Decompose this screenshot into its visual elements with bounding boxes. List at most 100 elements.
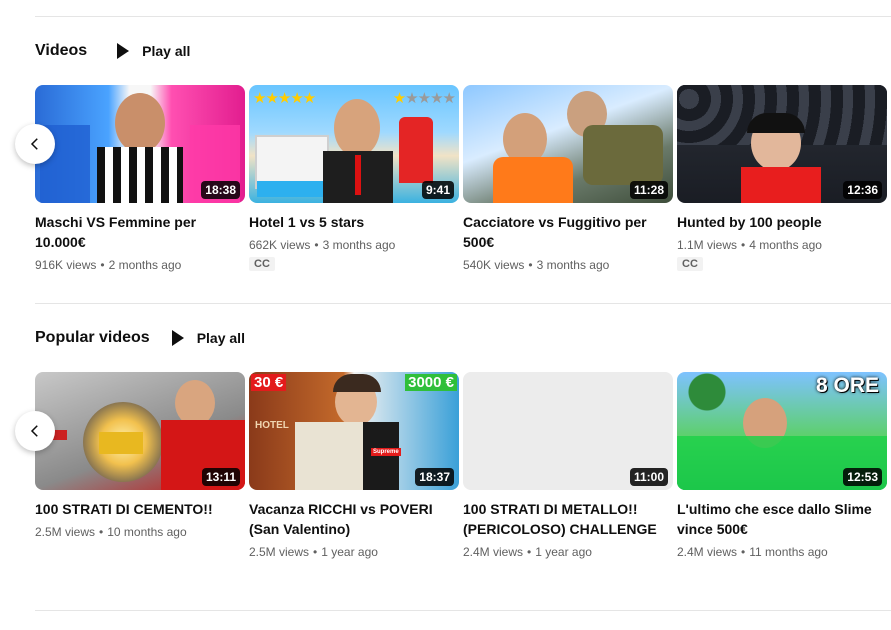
play-all-button[interactable]: Play all — [171, 330, 245, 346]
title-line: L'ultimo che esce dallo Slime — [677, 501, 872, 517]
video-thumbnail[interactable]: ★★★★★ ★★★★★ 9:41 — [249, 85, 459, 203]
five-stars-icon: ★★★★★ — [253, 90, 316, 107]
video-card[interactable]: ★★★★★ ★★★★★ 9:41 Hotel 1 vs 5 stars 662K… — [249, 85, 459, 272]
video-card[interactable]: 11:00 100 STRATI DI METALLO!! (PERICOLOS… — [463, 372, 673, 561]
video-thumbnail[interactable]: 30 € 3000 € HOTEL Supreme 18:37 — [249, 372, 459, 490]
video-meta: 916K views • 2 months ago — [35, 256, 245, 274]
duration-badge: 11:00 — [629, 468, 668, 486]
view-count: 2.4M views — [463, 545, 524, 559]
shelf-title[interactable]: Popular videos — [35, 324, 150, 352]
hours-label: 8 ORE — [815, 374, 879, 397]
title-line: vince 500€ — [677, 521, 748, 537]
video-thumbnail[interactable]: 11:00 — [463, 372, 673, 490]
separator-dot: • — [527, 545, 532, 559]
shelf-divider — [35, 303, 891, 304]
video-meta: 2.4M views • 1 year ago — [463, 543, 673, 561]
view-count: 2.4M views — [677, 545, 738, 559]
title-line: Hunted by 100 people — [677, 214, 822, 230]
referee-shirt — [97, 147, 183, 203]
top-divider — [35, 16, 891, 17]
title-line: Maschi VS Femmine per — [35, 214, 197, 230]
video-title[interactable]: Hotel 1 vs 5 stars — [249, 212, 454, 232]
title-line: Vacanza RICCHI vs POVERI — [249, 501, 433, 517]
brand-label: Supreme — [371, 448, 401, 456]
video-thumbnail[interactable]: 18:38 — [35, 85, 245, 203]
bottom-divider — [35, 610, 891, 611]
separator-dot: • — [313, 545, 318, 559]
duration-badge: 9:41 — [421, 181, 454, 199]
video-card[interactable]: 18:38 Maschi VS Femmine per 10.000€ 916K… — [35, 85, 245, 274]
videos-shelf-row: 18:38 Maschi VS Femmine per 10.000€ 916K… — [35, 85, 891, 285]
videos-shelf-header: Videos Play all — [35, 37, 190, 65]
separator-dot: • — [100, 258, 105, 272]
pool-shape — [257, 181, 327, 197]
title-line: 100 STRATI DI METALLO!! — [463, 501, 638, 517]
video-title[interactable]: 100 STRATI DI CEMENTO!! — [35, 499, 240, 519]
black-jacket — [363, 422, 399, 490]
duration-badge: 13:11 — [201, 468, 240, 486]
video-card[interactable]: 30 € 3000 € HOTEL Supreme 18:37 Vacanza … — [249, 372, 459, 561]
tie-shape — [355, 155, 361, 195]
upload-age: 1 year ago — [321, 545, 378, 559]
title-line: 500€ — [463, 234, 495, 250]
palm-tree — [677, 372, 737, 442]
scroll-left-button[interactable] — [15, 124, 55, 164]
upload-age: 10 months ago — [107, 525, 187, 539]
separator-dot: • — [99, 525, 104, 539]
scroll-left-button[interactable] — [15, 411, 55, 451]
separator-dot: • — [528, 258, 533, 272]
video-title[interactable]: Cacciatore vs Fuggitivo per 500€ — [463, 212, 668, 252]
price-high-label: 3000 € — [405, 374, 457, 391]
upload-age: 3 months ago — [536, 258, 610, 272]
title-line: (PERICOLOSO) CHALLENGE — [463, 521, 657, 537]
video-card[interactable]: 11:28 Cacciatore vs Fuggitivo per 500€ 5… — [463, 85, 673, 274]
video-meta: 1.1M views • 4 months ago — [677, 236, 887, 254]
video-title[interactable]: L'ultimo che esce dallo Slime vince 500€ — [677, 499, 882, 539]
video-card[interactable]: 12:36 Hunted by 100 people 1.1M views • 4 … — [677, 85, 887, 272]
upload-age: 11 months ago — [749, 545, 828, 559]
upload-age: 1 year ago — [535, 545, 592, 559]
separator-dot: • — [314, 238, 319, 252]
play-all-label: Play all — [196, 330, 245, 346]
closed-captions-badge: CC — [677, 257, 703, 271]
video-thumbnail[interactable]: 8 ORE 12:53 — [677, 372, 887, 490]
video-title[interactable]: Maschi VS Femmine per 10.000€ — [35, 212, 240, 252]
closed-captions-badge: CC — [249, 257, 275, 271]
gold-bars — [99, 432, 143, 454]
upload-age: 3 months ago — [322, 238, 396, 252]
video-thumbnail[interactable]: 13:11 — [35, 372, 245, 490]
popular-shelf-header: Popular videos Play all — [35, 324, 245, 352]
duration-badge: 18:37 — [415, 468, 454, 486]
view-count: 662K views — [249, 238, 311, 252]
video-title[interactable]: Hunted by 100 people — [677, 212, 882, 232]
hair-shape — [747, 113, 805, 133]
title-line: Hotel 1 vs 5 stars — [249, 214, 365, 230]
duration-badge: 12:53 — [843, 468, 882, 486]
video-thumbnail[interactable]: 12:36 — [677, 85, 887, 203]
upload-age: 2 months ago — [108, 258, 182, 272]
view-count: 916K views — [35, 258, 97, 272]
title-line: (San Valentino) — [249, 521, 351, 537]
portable-toilet — [399, 117, 433, 183]
shelf-title[interactable]: Videos — [35, 37, 87, 65]
video-meta: 2.5M views • 1 year ago — [249, 543, 459, 561]
play-icon — [171, 330, 184, 346]
popular-shelf-row: 13:11 100 STRATI DI CEMENTO!! 2.5M views… — [35, 372, 891, 572]
play-all-label: Play all — [142, 43, 191, 59]
face-shape — [334, 99, 380, 157]
video-title[interactable]: Vacanza RICCHI vs POVERI (San Valentino) — [249, 499, 454, 539]
view-count: 2.5M views — [35, 525, 96, 539]
title-line: 100 STRATI DI CEMENTO!! — [35, 501, 213, 517]
video-card[interactable]: 8 ORE 12:53 L'ultimo che esce dallo Slim… — [677, 372, 887, 561]
play-all-button[interactable]: Play all — [117, 43, 190, 59]
price-low-label: 30 € — [251, 374, 287, 391]
video-thumbnail[interactable]: 11:28 — [463, 85, 673, 203]
upload-age: 4 months ago — [749, 238, 822, 252]
video-title[interactable]: 100 STRATI DI METALLO!! (PERICOLOSO) CHA… — [463, 499, 668, 539]
white-jacket — [295, 422, 363, 490]
duration-badge: 18:38 — [201, 181, 240, 199]
camo-jacket — [583, 125, 663, 185]
title-line: Cacciatore vs Fuggitivo per — [463, 214, 647, 230]
video-card[interactable]: 13:11 100 STRATI DI CEMENTO!! 2.5M views… — [35, 372, 245, 541]
orange-jacket — [493, 157, 573, 203]
